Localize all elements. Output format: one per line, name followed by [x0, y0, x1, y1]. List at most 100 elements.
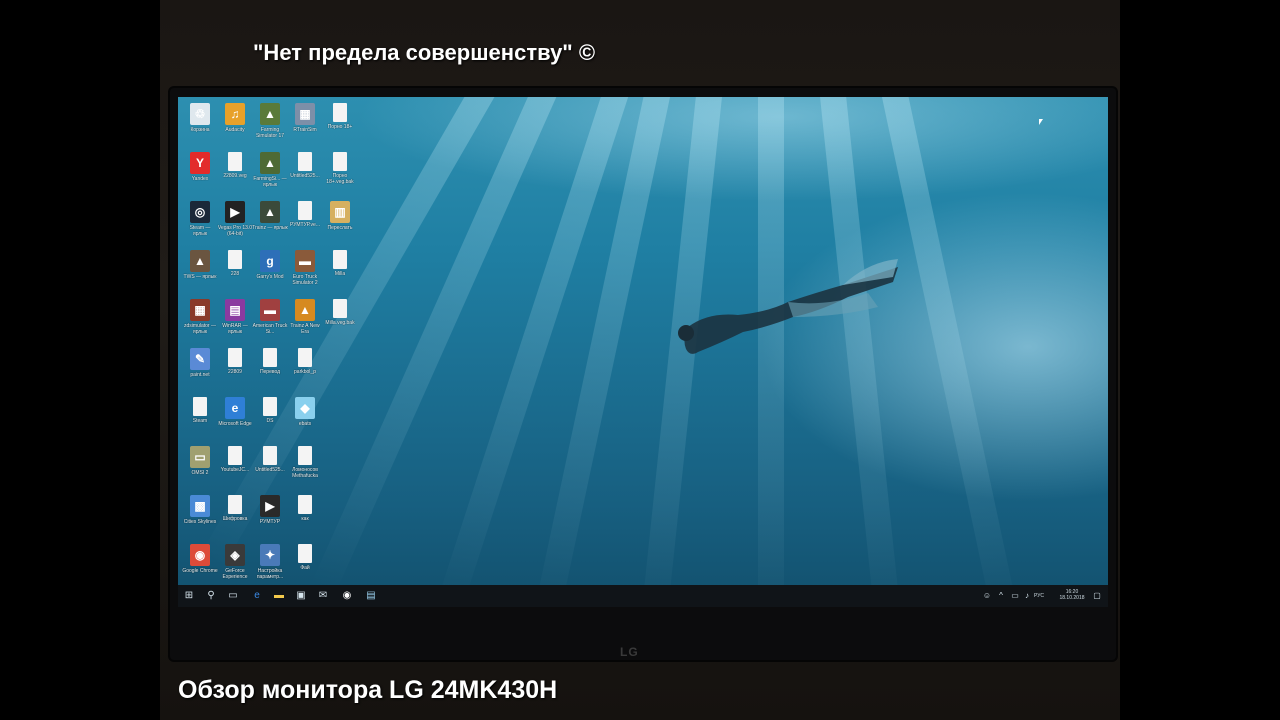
- desktop-icon[interactable]: Порно 18+: [322, 103, 358, 130]
- desktop-icon[interactable]: Milla: [322, 250, 358, 277]
- desktop-icon[interactable]: ▶ РУМТУР: [252, 495, 288, 525]
- audacity-icon: ♫: [225, 103, 245, 125]
- desktop-icon[interactable]: Y Yandex: [182, 152, 218, 182]
- desktop-icon-label: GeForce Experience: [222, 568, 248, 580]
- gmod-icon: g: [260, 250, 280, 272]
- desktop-icon[interactable]: g Garry's Mod: [252, 250, 288, 280]
- app-icon[interactable]: ▤: [364, 589, 378, 603]
- mail-icon[interactable]: ✉: [316, 589, 330, 603]
- chrome-icon[interactable]: ◉: [340, 589, 354, 603]
- desktop-icon[interactable]: ▦ zdsimulator — ярлык: [182, 299, 218, 335]
- game-icon: ▲: [295, 299, 315, 321]
- desktop-icon[interactable]: как: [287, 495, 323, 522]
- edge-icon[interactable]: e: [250, 589, 264, 603]
- desktop-icon[interactable]: Untitled525...: [252, 446, 288, 473]
- bus-icon: ▭: [190, 446, 210, 468]
- truck-icon: ▬: [295, 250, 315, 272]
- desktop-icon[interactable]: ▲ Farming Simulator 17: [252, 103, 288, 139]
- language-indicator[interactable]: РУС: [1034, 593, 1044, 599]
- caption-top: "Нет предела совершенству" ©: [253, 40, 596, 65]
- desktop-icon-label: Порно 18+.veg.bak: [326, 173, 354, 185]
- volume-icon[interactable]: ♪: [1020, 589, 1034, 603]
- desktop-icon-label: Vegas Pro 13.0 (64-bit): [217, 225, 253, 237]
- desktop-icon-label: OMSI 2: [191, 470, 209, 476]
- file-icon: [298, 495, 312, 514]
- desktop-icon[interactable]: Фай: [287, 544, 323, 571]
- folder-icon[interactable]: ▬: [272, 589, 286, 603]
- search-icon[interactable]: ⚲: [204, 589, 218, 603]
- desktop-icon-label: 22809: [228, 369, 242, 375]
- desktop-icon[interactable]: parkbol_p: [287, 348, 323, 375]
- desktop-icon[interactable]: ▤ WinRAR — ярлык: [217, 299, 253, 335]
- desktop-icon[interactable]: YoutubeJC...: [217, 446, 253, 473]
- file-icon: [228, 152, 242, 171]
- train-icon: ▦: [190, 299, 210, 321]
- desktop-icon[interactable]: ▩ Cities Skylines: [182, 495, 218, 525]
- game-icon: ▲: [190, 250, 210, 272]
- desktop-icon-label: Microsoft Edge: [218, 421, 252, 427]
- tray-expand-icon[interactable]: ^: [994, 589, 1008, 603]
- start-icon[interactable]: ⊞: [182, 589, 196, 603]
- desktop-icon[interactable]: ◈ GeForce Experience: [217, 544, 253, 580]
- desktop-icon[interactable]: ◉ Google Chrome: [182, 544, 218, 574]
- file-icon: [298, 152, 312, 171]
- notification-icon[interactable]: ▢: [1090, 589, 1104, 603]
- desktop-icon-label: Milla: [334, 271, 346, 277]
- desktop-icon[interactable]: Шифровка: [217, 495, 253, 522]
- file-icon: [193, 397, 207, 416]
- desktop-icon-label: Google Chrome: [182, 568, 218, 574]
- desktop-icon-label: Порно 18+: [327, 124, 353, 130]
- clock[interactable]: 16:20 18.10.2018: [1054, 589, 1090, 601]
- desktop-icon-label: Ломоносов Methafucka: [292, 467, 318, 479]
- desktop-icon-label: TWS — ярлык: [183, 274, 217, 280]
- diver-silhouette: [678, 259, 898, 354]
- file-icon: [263, 397, 277, 416]
- file-icon: [298, 544, 312, 563]
- desktop-icon[interactable]: ✎ paint.net: [182, 348, 218, 378]
- desktop-icon[interactable]: 22809: [217, 348, 253, 375]
- desktop-icon[interactable]: 228: [217, 250, 253, 277]
- taskbar: ⊞ ⚲ ▭ e ▬ ▣ ✉ ◉ ▤ ☺ ^ ▭ ♪ РУС 16:20 18.1…: [178, 585, 1108, 607]
- desktop-icon[interactable]: ◎ Steam — ярлык: [182, 201, 218, 237]
- file-icon: [298, 348, 312, 367]
- store-icon[interactable]: ▣: [294, 589, 308, 603]
- lg-logo: LG: [620, 645, 639, 659]
- game-icon: ▲: [260, 152, 280, 174]
- desktop-icon-label: parkbol_p: [294, 369, 316, 375]
- desktop-icon-label: WinRAR — ярлык: [222, 323, 248, 335]
- desktop-icon[interactable]: ◆ ebats: [287, 397, 323, 427]
- desktop-icon[interactable]: DS: [252, 397, 288, 424]
- desktop-icon[interactable]: Порно 18+.veg.bak: [322, 152, 358, 185]
- desktop-icon[interactable]: Перевод: [252, 348, 288, 375]
- desktop-icon-label: Перевод: [259, 369, 281, 375]
- desktop-icon[interactable]: Untitled525...: [287, 152, 323, 179]
- desktop-icon[interactable]: ▶ Vegas Pro 13.0 (64-bit): [217, 201, 253, 237]
- desktop-icon[interactable]: ▲ Trainz A New Era: [287, 299, 323, 335]
- people-icon[interactable]: ☺: [980, 589, 994, 603]
- black-frame-left: [0, 0, 160, 720]
- desktop-icon-label: Настройка параметр...: [256, 568, 284, 580]
- desktop-icon[interactable]: ▲ TWS — ярлык: [182, 250, 218, 280]
- task-view-icon[interactable]: ▭: [226, 589, 240, 603]
- desktop-icon[interactable]: e Microsoft Edge: [217, 397, 253, 427]
- file-icon: [228, 446, 242, 465]
- desktop-icon[interactable]: ✦ Настройка параметр...: [252, 544, 288, 580]
- desktop-icon[interactable]: ▬ Euro Truck Simulator 2: [287, 250, 323, 286]
- desktop-icon[interactable]: ♫ Audacity: [217, 103, 253, 133]
- desktop-icon[interactable]: ▲ FarmingSi... — ярлык: [252, 152, 288, 188]
- desktop-icon[interactable]: ▲ Trainz — ярлык: [252, 201, 288, 231]
- settings-icon: ✦: [260, 544, 280, 566]
- desktop-icon[interactable]: ▬ American Truck Si...: [252, 299, 288, 335]
- desktop-icon[interactable]: ▭ OMSI 2: [182, 446, 218, 476]
- desktop-icon[interactable]: ♲ Корзина: [182, 103, 218, 133]
- desktop-icon[interactable]: Steam: [182, 397, 218, 424]
- desktop-icon[interactable]: Milla.veg.bak: [322, 299, 358, 326]
- desktop-icon[interactable]: ▥ Переслать: [322, 201, 358, 231]
- desktop-icon[interactable]: РУМТУР.ve...: [287, 201, 323, 228]
- desktop-icon-label: zdsimulator — ярлык: [184, 323, 216, 335]
- desktop-icon-label: FarmingSi... — ярлык: [253, 176, 287, 188]
- train-icon: ▦: [295, 103, 315, 125]
- desktop-icon[interactable]: Ломоносов Methafucka: [287, 446, 323, 479]
- desktop-icon[interactable]: 22809.veg: [217, 152, 253, 179]
- desktop-icon[interactable]: ▦ RTrainSim: [287, 103, 323, 133]
